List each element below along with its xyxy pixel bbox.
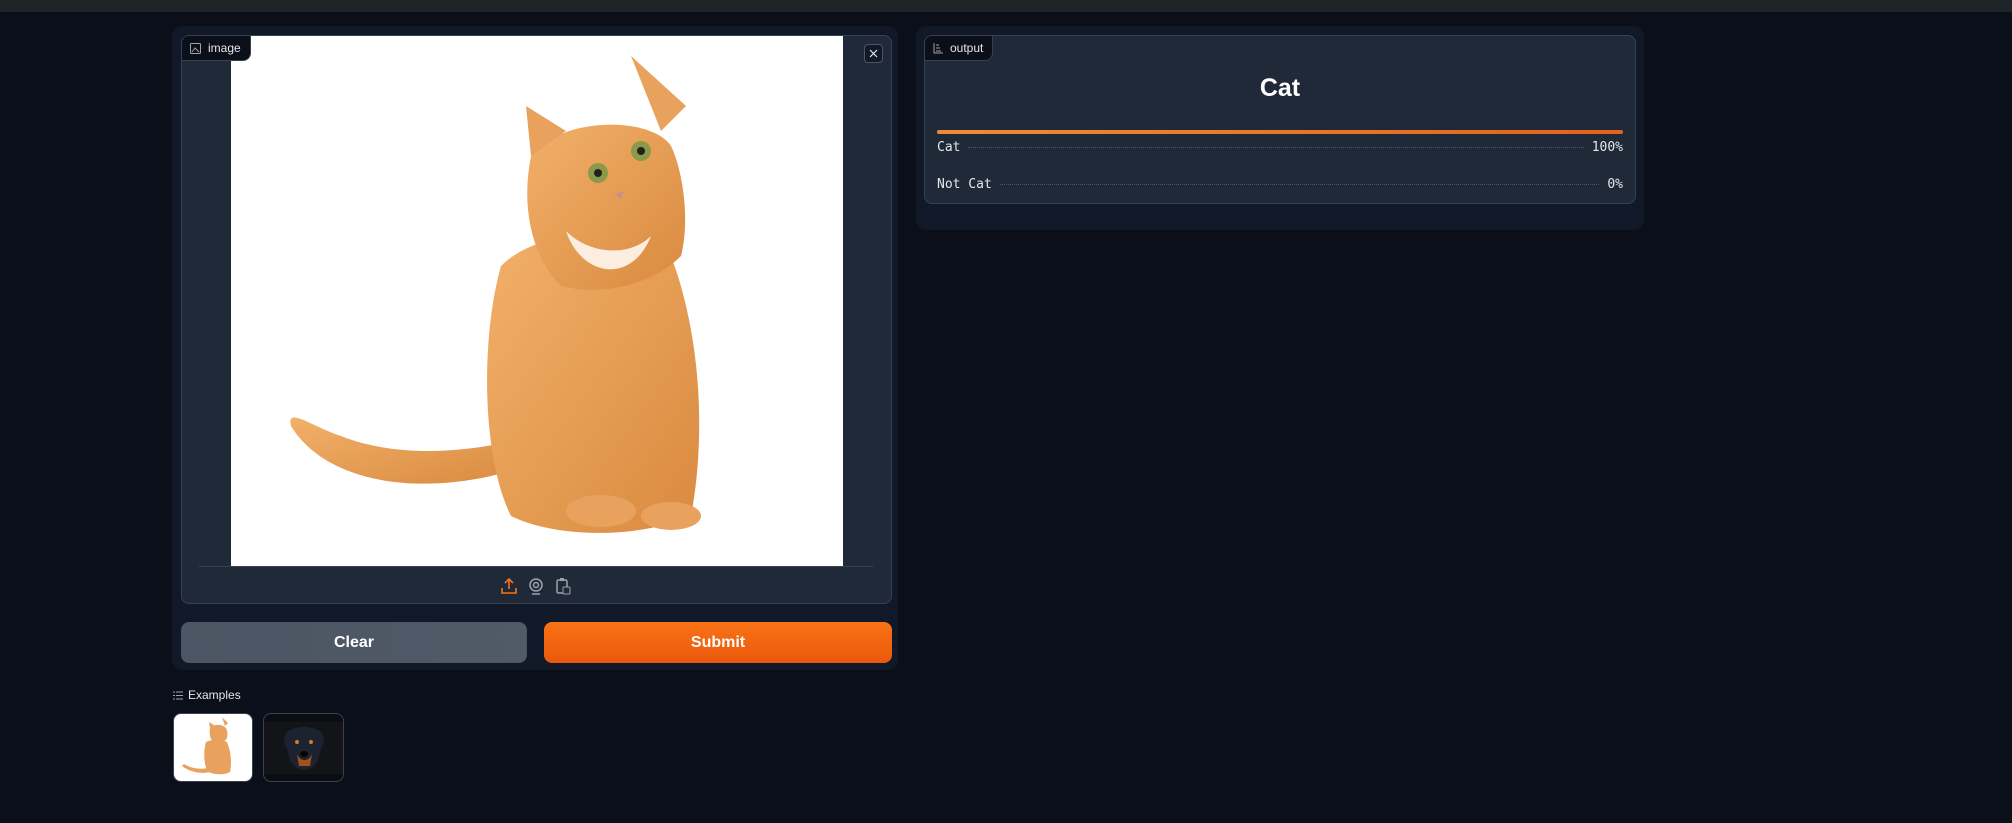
output-panel: output Cat Cat 100% Not Cat 0% — [916, 26, 1644, 230]
input-panel: image Clear Submit — [172, 26, 898, 670]
cat-thumbnail — [182, 717, 231, 775]
examples-label: Examples — [188, 688, 241, 702]
upload-button[interactable] — [500, 577, 518, 595]
confidence-row: Cat 100% — [937, 140, 1623, 155]
cat-image — [290, 56, 701, 533]
webcam-icon — [529, 578, 543, 595]
divider — [199, 566, 873, 567]
list-icon — [173, 691, 183, 699]
top-bar — [0, 0, 2012, 12]
confidence-label: Cat — [937, 140, 961, 155]
close-button[interactable] — [864, 44, 883, 63]
confidence-value: 100% — [1591, 140, 1623, 155]
example-dog[interactable] — [263, 713, 344, 782]
image-input[interactable]: image — [181, 35, 892, 604]
dog-thumbnail — [264, 722, 343, 774]
clipboard-icon — [556, 578, 571, 595]
submit-button[interactable]: Submit — [544, 622, 892, 663]
close-icon — [869, 49, 878, 58]
confidence-bar-fill — [937, 130, 1623, 134]
bar-chart-icon — [933, 42, 943, 53]
upload-icon — [501, 577, 517, 594]
label-output: output Cat Cat 100% Not Cat 0% — [924, 35, 1636, 204]
clipboard-button[interactable] — [554, 577, 572, 595]
examples-header: Examples — [173, 688, 241, 702]
dotted-leader — [999, 184, 1600, 185]
confidence-value: 0% — [1607, 177, 1623, 192]
output-label: output — [950, 41, 984, 55]
image-label-tag: image — [182, 36, 251, 61]
example-cat[interactable] — [173, 713, 253, 782]
confidence-label: Not Cat — [937, 177, 992, 192]
confidence-row: Not Cat 0% — [937, 177, 1623, 192]
image-label: image — [208, 41, 241, 55]
uploaded-image — [231, 36, 843, 566]
top-label: Cat — [1259, 74, 1301, 102]
confidence-bar — [937, 130, 1623, 134]
webcam-button[interactable] — [527, 577, 545, 595]
clear-button[interactable]: Clear — [181, 622, 527, 663]
output-label-tag: output — [925, 36, 994, 61]
dotted-leader — [968, 147, 1584, 148]
image-icon — [190, 42, 201, 54]
